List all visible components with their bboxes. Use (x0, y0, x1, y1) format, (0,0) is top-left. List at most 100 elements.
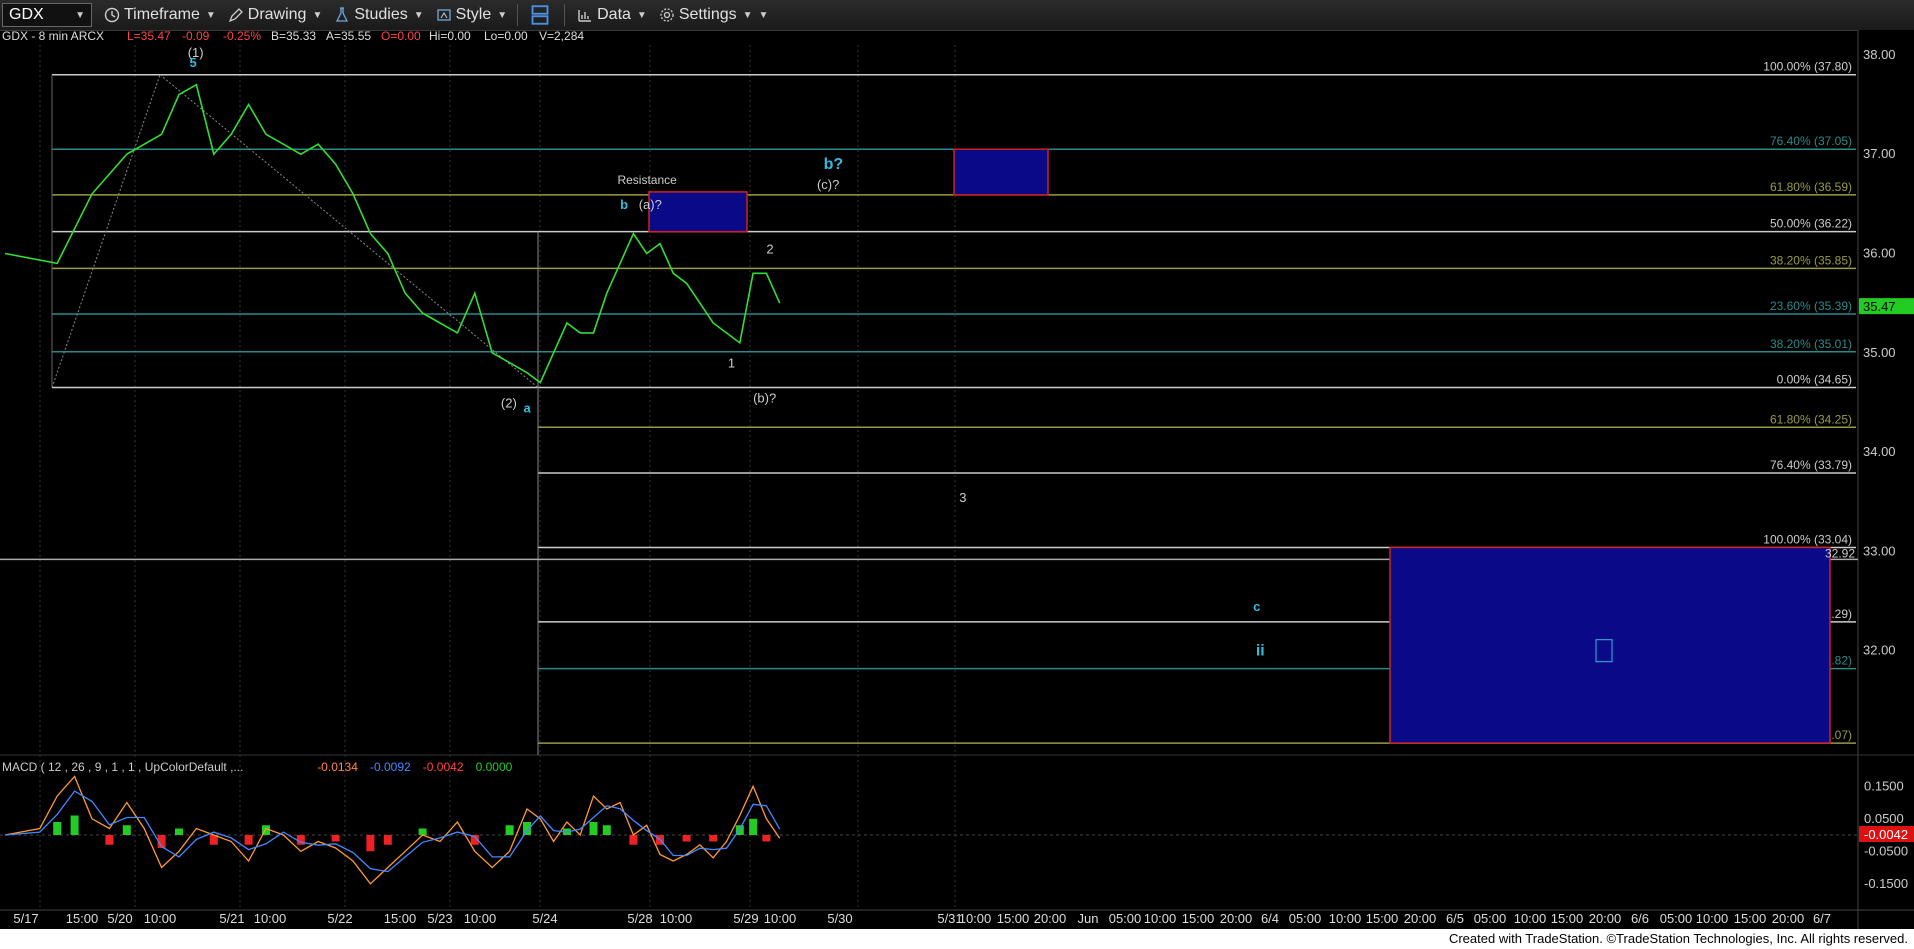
studies-label: Studies (354, 6, 408, 23)
wave-label: (b)? (753, 390, 776, 405)
time-tick-label: 10:00 (660, 911, 693, 926)
macd-histogram-bar (331, 835, 340, 842)
macd-histogram-bar (709, 835, 718, 842)
gear-icon (660, 8, 674, 22)
header-info-text: B=35.33 (271, 30, 316, 43)
studies-button[interactable]: Studies ▼ (334, 6, 424, 24)
header-info-text: -0.09 (182, 30, 210, 43)
price-chart[interactable]: GDX - 8 min ARCX L=35.47 -0.09 -0.25% B=35.3… (0, 30, 1914, 929)
timeframe-label: Timeframe (124, 6, 200, 23)
price-tick-label: 35.00 (1863, 345, 1896, 360)
time-tick-label: 15:00 (66, 911, 99, 926)
data-button[interactable]: Data ▼ (577, 6, 647, 24)
macd-histogram-bar (629, 835, 638, 845)
price-axis-panel (1858, 30, 1914, 929)
time-tick-label: 5/28 (627, 911, 652, 926)
time-tick-label: 10:00 (959, 911, 992, 926)
time-tick-label: 20:00 (1220, 911, 1253, 926)
wave-label: Resistance (617, 173, 677, 187)
toolbar: GDX ▼ Timeframe ▼ Drawing ▼ Studies ▼ St… (0, 0, 1914, 31)
wave-label: (2) (501, 395, 517, 410)
macd-histogram-bar (505, 825, 514, 835)
time-tick-label: 5/20 (107, 911, 132, 926)
header-info-text: L=35.47 (127, 30, 171, 43)
macd-label-text: MACD ( 12 , 26 , 9 , 1 , 1 , UpColorDefa… (2, 760, 243, 774)
header-info-text: -0.25% (223, 30, 261, 43)
wave-label: c (1253, 599, 1260, 614)
time-tick-label: 10:00 (144, 911, 177, 926)
chevron-down-icon: ▼ (636, 9, 647, 21)
header-info-text: Hi=0.00 (429, 30, 471, 43)
time-tick-label: 5/22 (327, 911, 352, 926)
macd-histogram-bar (749, 818, 758, 835)
time-tick-label: 05:00 (1289, 911, 1322, 926)
macd-tick-label: -0.0500 (1864, 843, 1908, 858)
header-info-text: O=0.00 (381, 30, 421, 43)
wave-label: b (620, 197, 628, 212)
flask-icon (336, 7, 349, 22)
macd-tick-label: 0.1500 (1864, 778, 1904, 793)
chevron-down-icon: ▼ (312, 9, 323, 21)
macd-histogram-bar (105, 835, 114, 845)
macd-histogram-bar (122, 825, 131, 835)
header-info-text: GDX - 8 min ARCX (2, 30, 104, 43)
macd-histogram-bar (589, 822, 598, 835)
wave-label: ii (1256, 643, 1265, 660)
macd-tick-label: 0.0500 (1864, 811, 1904, 826)
time-tick-label: 5/21 (219, 911, 244, 926)
data-label: Data (597, 6, 631, 23)
settings-button[interactable]: Settings ▼ ▼ (659, 6, 768, 24)
header-info-text: Lo=0.00 (484, 30, 528, 43)
macd-histogram-bar (366, 835, 375, 852)
fib-level-label: 38.20% (35.85) (1770, 253, 1852, 267)
symbol-selector[interactable]: GDX ▼ (2, 3, 92, 27)
fib-level-label: 23.60% (35.39) (1770, 299, 1852, 313)
price-tick-label: 37.00 (1863, 146, 1896, 161)
layout-button[interactable] (530, 5, 554, 25)
fib-level-label: 50.00% (36.22) (1770, 217, 1852, 231)
fib-level-label: 100.00% (37.80) (1763, 60, 1852, 74)
time-tick-label: 20:00 (1034, 911, 1067, 926)
macd-label-text: -0.0134 (317, 760, 358, 774)
macd-label-text: -0.0092 (370, 760, 411, 774)
resistance-box (648, 191, 748, 233)
time-tick-label: 10:00 (1514, 911, 1547, 926)
wave-label: 1 (728, 356, 735, 371)
macd-histogram-bar (682, 835, 691, 842)
price-tick-label: 38.00 (1863, 47, 1896, 62)
macd-histogram-bar (383, 835, 392, 845)
macd-histogram-bar (602, 825, 611, 835)
chevron-down-icon: ▼ (742, 9, 753, 21)
time-tick-label: 6/6 (1631, 911, 1649, 926)
fib-level-label: 0.00% (34.65) (1777, 373, 1852, 387)
price-series-line (4, 83, 781, 384)
time-tick-label: 10:00 (1144, 911, 1177, 926)
timeframe-button[interactable]: Timeframe ▼ (104, 6, 216, 24)
time-tick-label: 15:00 (384, 911, 417, 926)
fib-level-label: 61.80% (34.25) (1770, 412, 1852, 426)
header-info-text: V=2,284 (539, 30, 584, 43)
macd-histogram-bar (175, 828, 183, 835)
clock-icon (104, 7, 120, 23)
wave-label: 3 (959, 490, 966, 505)
time-tick-label: 15:00 (1182, 911, 1215, 926)
fib-level-label: 61.80% (36.59) (1770, 180, 1852, 194)
toolbar-divider (517, 4, 519, 26)
time-tick-label: 05:00 (1660, 911, 1693, 926)
macd-histogram-bar (53, 822, 62, 835)
macd-current-text: -0.0042 (1864, 827, 1908, 842)
macd-histogram-bar (70, 815, 79, 835)
bar-chart-icon (578, 10, 592, 22)
price-tick-label: 36.00 (1863, 245, 1896, 260)
drawing-button[interactable]: Drawing ▼ (228, 6, 323, 24)
macd-histogram-bar (244, 835, 253, 845)
macd-label-text: -0.0042 (423, 760, 464, 774)
settings-label: Settings (678, 6, 737, 23)
time-tick-label: 20:00 (1772, 911, 1805, 926)
style-button[interactable]: Style ▼ (436, 6, 507, 24)
time-tick-label: 5/17 (13, 911, 38, 926)
symbol-text: GDX (9, 6, 44, 23)
target-zone-box (1389, 546, 1831, 744)
wave-label: (c)? (817, 177, 839, 192)
wave-label: a (524, 400, 532, 415)
